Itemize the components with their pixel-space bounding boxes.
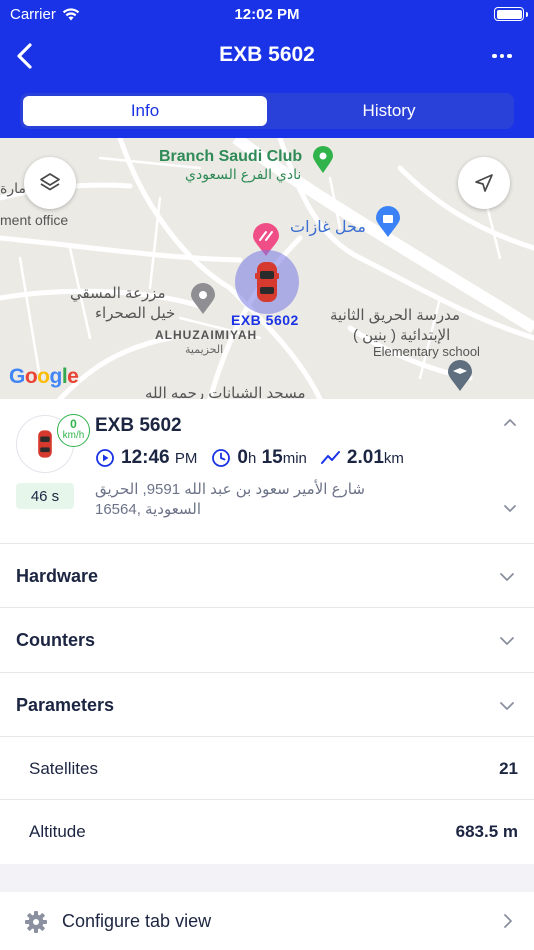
- configure-tab-view-row[interactable]: Configure tab view: [0, 892, 534, 950]
- unit-address: شارع الأمير سعود بن عبد الله 9591, الحري…: [95, 480, 395, 520]
- navigation-arrow-icon: [475, 174, 493, 192]
- map-label-school-2: الإبتدائية ( بنين ): [353, 327, 451, 344]
- car-icon: [38, 430, 52, 458]
- clock-icon: [212, 449, 231, 467]
- map-label-mosque: مسجد الشبانات رحمه الله: [145, 385, 306, 399]
- section-counters[interactable]: Counters: [0, 608, 534, 672]
- configure-tab-view-label: Configure tab view: [62, 911, 212, 931]
- battery-icon: [494, 7, 528, 21]
- status-time: 12:02 PM: [234, 6, 300, 23]
- param-value: 683.5 m: [455, 822, 518, 841]
- param-row-altitude: Altitude 683.5 m: [0, 800, 534, 863]
- chevron-down-icon: [500, 573, 514, 581]
- chevron-up-icon: [504, 419, 516, 426]
- section-hardware[interactable]: Hardware: [0, 544, 534, 608]
- stat-duration-hours: 0: [237, 447, 248, 468]
- map-label-gas-shop: محل غازات: [290, 219, 366, 236]
- map-pin-green-icon: [313, 146, 333, 173]
- map-label-alhuzaimiyah-ar: الحزيمية: [185, 344, 224, 356]
- stat-duration-min: 15: [261, 447, 283, 468]
- address-line-1: شارع الأمير سعود بن عبد الله 9591, الحري…: [95, 481, 365, 498]
- map-label-branch-club: Branch Saudi Club: [159, 148, 303, 165]
- play-circle-icon: [96, 449, 114, 467]
- google-logo: Google: [9, 365, 79, 388]
- status-bar: Carrier 12:02 PM: [0, 0, 534, 30]
- tab-history[interactable]: History: [267, 96, 511, 126]
- stat-distance-value: 2.01: [346, 447, 384, 468]
- map-view[interactable]: Branch Saudi Club نادي الفرع السعودي اما…: [0, 138, 534, 399]
- map-label-alhuzaimiyah: ALHUZAIMIYAH: [155, 328, 258, 342]
- unit-name: EXB 5602: [95, 415, 182, 436]
- param-row-satellites: Satellites 21: [0, 737, 534, 800]
- more-options-button[interactable]: [488, 44, 516, 68]
- speed-unit: km/h: [62, 430, 85, 441]
- map-label-branch-club-ar: نادي الفرع السعودي: [185, 166, 302, 182]
- map-pin-grey-icon: [191, 283, 215, 314]
- gear-icon: [25, 911, 47, 933]
- locate-button[interactable]: [458, 157, 510, 209]
- map-layers-button[interactable]: [24, 157, 76, 209]
- more-horizontal-icon: [492, 53, 497, 59]
- map-label-farm-1: مزرعة المسقي: [70, 285, 166, 302]
- chevron-down-icon: [500, 637, 514, 645]
- param-label: Altitude: [29, 822, 86, 841]
- stat-duration: 0h 15 min: [211, 447, 307, 469]
- map-label-school-1: مدرسة الحريق الثانية: [330, 307, 461, 324]
- map-label-school-en: Elementary school: [373, 344, 480, 359]
- stat-distance: 2.01 km: [320, 447, 404, 469]
- tab-info[interactable]: Info: [23, 96, 267, 126]
- shopping-bag-pin-icon: [376, 206, 400, 237]
- tab-switcher: Info History: [20, 93, 514, 129]
- stat-duration-hours-unit: h: [247, 449, 257, 467]
- map-unit-label: EXB 5602: [231, 312, 299, 328]
- page-title: EXB 5602: [219, 43, 315, 66]
- chevron-down-icon: [504, 505, 516, 512]
- collapse-button[interactable]: [502, 414, 518, 435]
- stat-time: 12:46 PM: [95, 447, 197, 469]
- layers-icon: [40, 173, 60, 191]
- param-label: Satellites: [29, 759, 98, 778]
- chevron-down-icon: [500, 702, 514, 710]
- stat-distance-unit: km: [383, 449, 404, 467]
- school-pin-icon: [448, 360, 472, 391]
- unit-info-panel: 0 km/h 46 s EXB 5602 12:46 PM 0h 15min: [0, 399, 534, 864]
- param-value: 21: [499, 759, 518, 778]
- expand-address-button[interactable]: [502, 501, 518, 522]
- stat-duration-min-unit: min: [282, 449, 307, 467]
- section-counters-title: Counters: [16, 629, 96, 650]
- speed-value: 0: [70, 417, 77, 431]
- unit-stats: 12:46 PM 0h 15 min 2.01 km: [95, 447, 418, 469]
- unit-marker[interactable]: [235, 250, 299, 314]
- trend-line-icon: [320, 451, 340, 464]
- car-icon: [255, 262, 279, 302]
- section-parameters[interactable]: Parameters: [0, 673, 534, 737]
- chevron-right-icon: [504, 914, 512, 928]
- map-label-office: ment office: [0, 212, 69, 228]
- app-header: Carrier 12:02 PM EXB 5602 Info History: [0, 0, 534, 138]
- address-line-2: 16564, السعودية: [95, 501, 202, 518]
- speed-badge: 0 km/h: [57, 414, 90, 447]
- section-parameters-title: Parameters: [16, 694, 115, 715]
- navigation-bar: EXB 5602: [0, 38, 534, 74]
- stat-time-suffix: PM: [174, 449, 198, 467]
- section-hardware-title: Hardware: [16, 565, 99, 586]
- stat-time-value: 12:46: [121, 447, 170, 468]
- last-update-badge: 46 s: [16, 483, 74, 509]
- map-label-farm-2: خيل الصحراء: [95, 305, 176, 322]
